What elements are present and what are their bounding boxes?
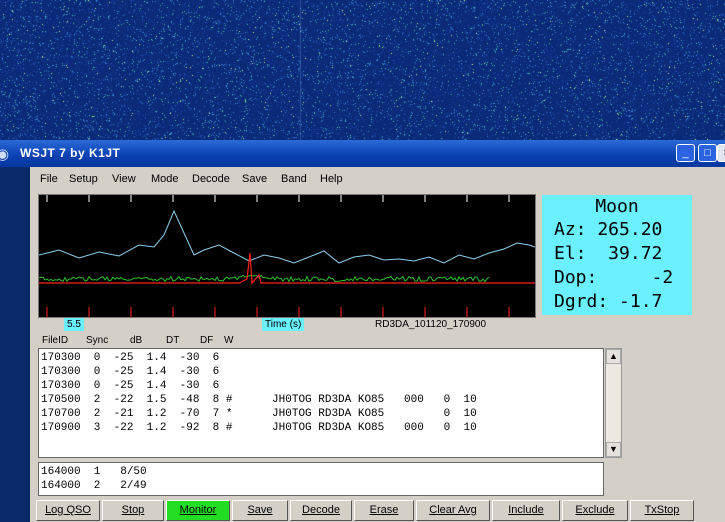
average-spectrum-line: [39, 209, 535, 264]
spectrum-plot[interactable]: [38, 194, 536, 318]
decode-line: 170300 0 -25 1.4 -30 6: [41, 366, 220, 378]
current-spectrum-line: [39, 274, 490, 283]
column-db: dB: [130, 335, 143, 346]
column-fileid: FileID: [42, 335, 69, 346]
decode-line: 170700 2 -21 1.2 -70 7 * JH0TOG RD3DA KO…: [41, 408, 477, 420]
clear-avg-button[interactable]: Clear Avg: [416, 500, 490, 521]
scroll-up-icon[interactable]: ▲: [606, 349, 621, 364]
include-button[interactable]: Include: [492, 500, 560, 521]
button-bar: Log QSO Stop Monitor Save Decode Erase C…: [30, 499, 725, 522]
decoded-scrollbar[interactable]: ▲ ▼: [605, 348, 622, 458]
maximize-button[interactable]: □: [698, 144, 717, 162]
file-name: RD3DA_101120_170900: [375, 319, 487, 330]
menu-decode[interactable]: Decode: [192, 173, 230, 185]
menu-bar: File Setup View Mode Decode Save Band He…: [30, 167, 725, 191]
save-button[interactable]: Save: [232, 500, 288, 521]
moon-azimuth: Az: 265.20: [554, 219, 663, 240]
decode-button[interactable]: Decode: [290, 500, 352, 521]
title-bar: ◉ WSJT 7 by K1JT _ □ ×: [0, 140, 725, 167]
menu-band[interactable]: Band: [281, 173, 307, 185]
menu-mode[interactable]: Mode: [151, 173, 179, 185]
time-start-label: 5.5: [64, 318, 84, 331]
average-text-area[interactable]: 164000 1 8/50 164000 2 2/49: [38, 462, 604, 496]
column-w: W: [224, 335, 234, 346]
time-axis-label: Time (s): [262, 318, 305, 331]
monitor-button[interactable]: Monitor: [166, 500, 230, 521]
average-line: 164000 2 2/49: [41, 480, 147, 492]
decode-line: 170500 2 -22 1.5 -48 8 # JH0TOG RD3DA KO…: [41, 394, 477, 406]
decode-line: 170300 0 -25 1.4 -30 6: [41, 352, 220, 364]
menu-view[interactable]: View: [112, 173, 136, 185]
stop-button[interactable]: Stop: [102, 500, 164, 521]
decoded-text-area[interactable]: 170300 0 -25 1.4 -30 6 170300 0 -25 1.4 …: [38, 348, 604, 458]
window-title: WSJT 7 by K1JT: [20, 146, 121, 160]
decode-line: 170300 0 -25 1.4 -30 6: [41, 380, 220, 392]
minimize-button[interactable]: _: [676, 144, 695, 162]
txstop-button[interactable]: TxStop: [630, 500, 694, 521]
moon-title: Moon: [595, 196, 639, 217]
moon-elevation: El: 39.72: [554, 243, 663, 264]
menu-help[interactable]: Help: [320, 173, 343, 185]
menu-file[interactable]: File: [40, 173, 58, 185]
erase-button[interactable]: Erase: [354, 500, 414, 521]
log-qso-button[interactable]: Log QSO: [36, 500, 100, 521]
column-sync: Sync: [86, 335, 109, 346]
column-df: DF: [200, 335, 214, 346]
average-line: 164000 1 8/50: [41, 466, 147, 478]
waterfall-display[interactable]: [0, 0, 725, 140]
main-window: File Setup View Mode Decode Save Band He…: [30, 167, 725, 522]
moon-panel: Moon Az: 265.20 El: 39.72 Dop: -2 Dgrd: …: [542, 195, 692, 315]
moon-doppler: Dop: -2: [554, 267, 674, 288]
app-icon: ◉: [0, 146, 10, 163]
exclude-button[interactable]: Exclude: [562, 500, 628, 521]
column-dt: DT: [166, 335, 180, 346]
menu-save[interactable]: Save: [242, 173, 267, 185]
moon-degradation: Dgrd: -1.7: [554, 291, 663, 312]
decode-line: 170900 3 -22 1.2 -92 8 # JH0TOG RD3DA KO…: [41, 422, 477, 434]
scroll-down-icon[interactable]: ▼: [606, 442, 621, 457]
close-button[interactable]: ×: [717, 144, 725, 162]
menu-setup[interactable]: Setup: [69, 173, 98, 185]
